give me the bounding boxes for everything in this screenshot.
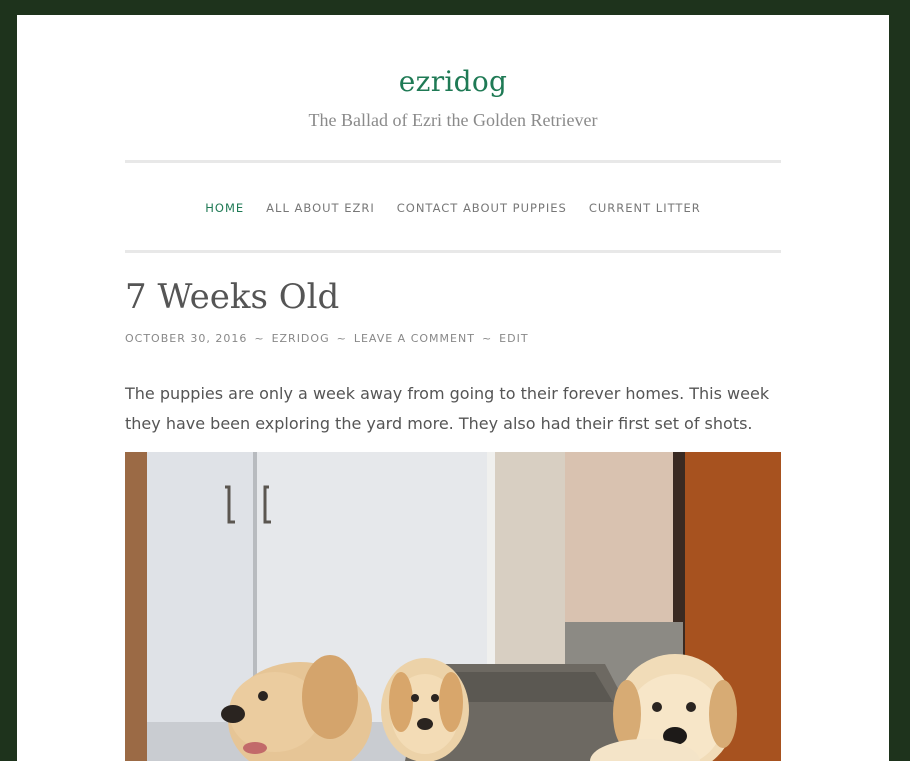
meta-separator: ~: [481, 332, 493, 345]
leave-comment-link[interactable]: LEAVE A COMMENT: [354, 332, 475, 345]
nav-item-all-about-ezri[interactable]: ALL ABOUT EZRI: [266, 201, 375, 215]
puppies-photo[interactable]: [125, 452, 781, 761]
header-divider-bottom: [125, 250, 781, 253]
post-author-link[interactable]: EZRIDOG: [272, 332, 330, 345]
edit-post-link[interactable]: EDIT: [499, 332, 528, 345]
site-description: The Ballad of Ezri the Golden Retriever: [308, 110, 598, 130]
header-divider-top: [125, 160, 781, 163]
site-title[interactable]: ezridog: [125, 65, 781, 98]
post-title[interactable]: 7 Weeks Old: [125, 277, 339, 317]
meta-separator: ~: [254, 332, 265, 345]
post-body: The puppies are only a week away from go…: [125, 384, 770, 433]
page: ezridog The Ballad of Ezri the Golden Re…: [17, 15, 889, 761]
nav-item-home[interactable]: HOME: [205, 201, 244, 215]
nav-item-contact-about-puppies[interactable]: CONTACT ABOUT PUPPIES: [397, 201, 567, 215]
post-meta: OCTOBER 30, 2016 ~ EZRIDOG ~ LEAVE A COMMENT…: [125, 332, 529, 345]
nav-item-current-litter[interactable]: CURRENT LITTER: [589, 201, 701, 215]
post-date-link[interactable]: OCTOBER 30, 2016: [125, 332, 247, 345]
main-navigation: HOME ALL ABOUT EZRI CONTACT ABOUT PUPPIE…: [125, 201, 781, 215]
meta-separator: ~: [336, 332, 347, 345]
